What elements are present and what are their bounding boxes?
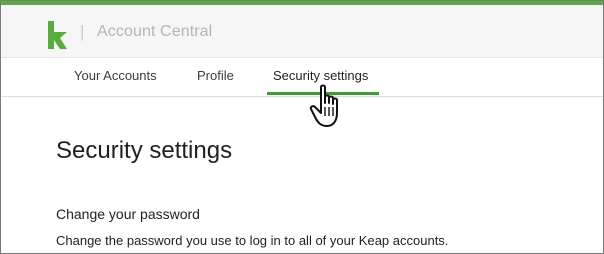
tab-your-accounts[interactable]: Your Accounts xyxy=(74,68,157,83)
change-password-description: Change the password you use to log in to… xyxy=(56,233,449,248)
main-nav: Your Accounts Profile Security settings xyxy=(1,58,603,97)
tab-security-settings[interactable]: Security settings xyxy=(273,68,368,83)
browser-frame: | Account Central Your Accounts Profile … xyxy=(0,0,604,254)
header-separator: | xyxy=(80,22,85,41)
app-header: | Account Central xyxy=(1,5,603,58)
main-content: Security settings Change your password C… xyxy=(1,97,603,253)
app-title: Account Central xyxy=(97,23,213,40)
change-password-heading: Change your password xyxy=(56,206,200,222)
keap-k-logo-icon[interactable] xyxy=(47,20,69,50)
tab-profile[interactable]: Profile xyxy=(197,68,234,83)
page-title: Security settings xyxy=(56,137,233,164)
hand-pointer-cursor-icon xyxy=(309,84,338,127)
